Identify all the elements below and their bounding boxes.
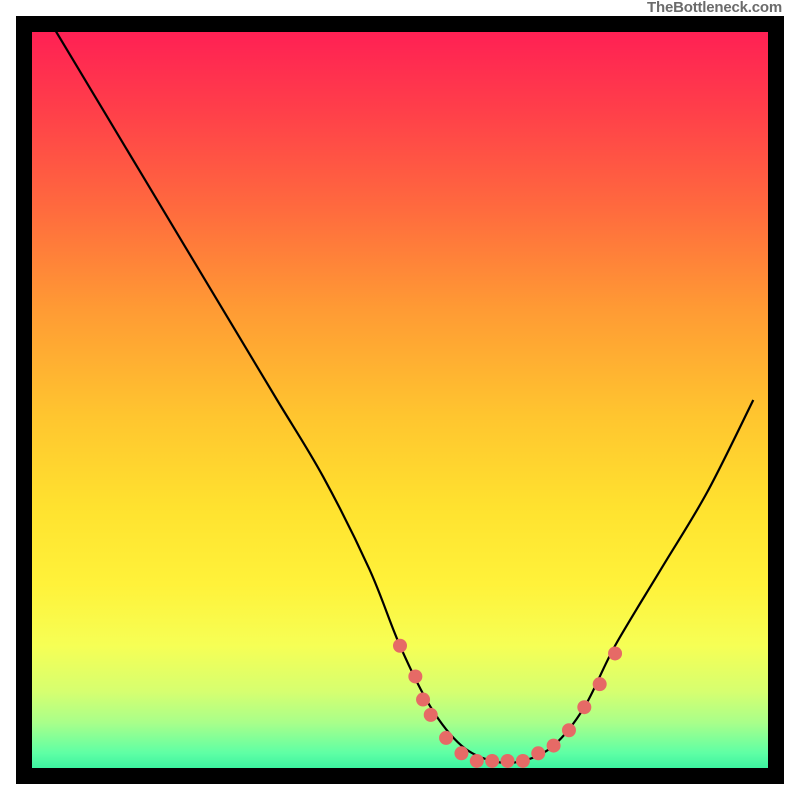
watermark-label: TheBottleneck.com (647, 0, 782, 16)
plot-gradient-background (16, 16, 784, 784)
chart-container: TheBottleneck.com (0, 0, 800, 800)
